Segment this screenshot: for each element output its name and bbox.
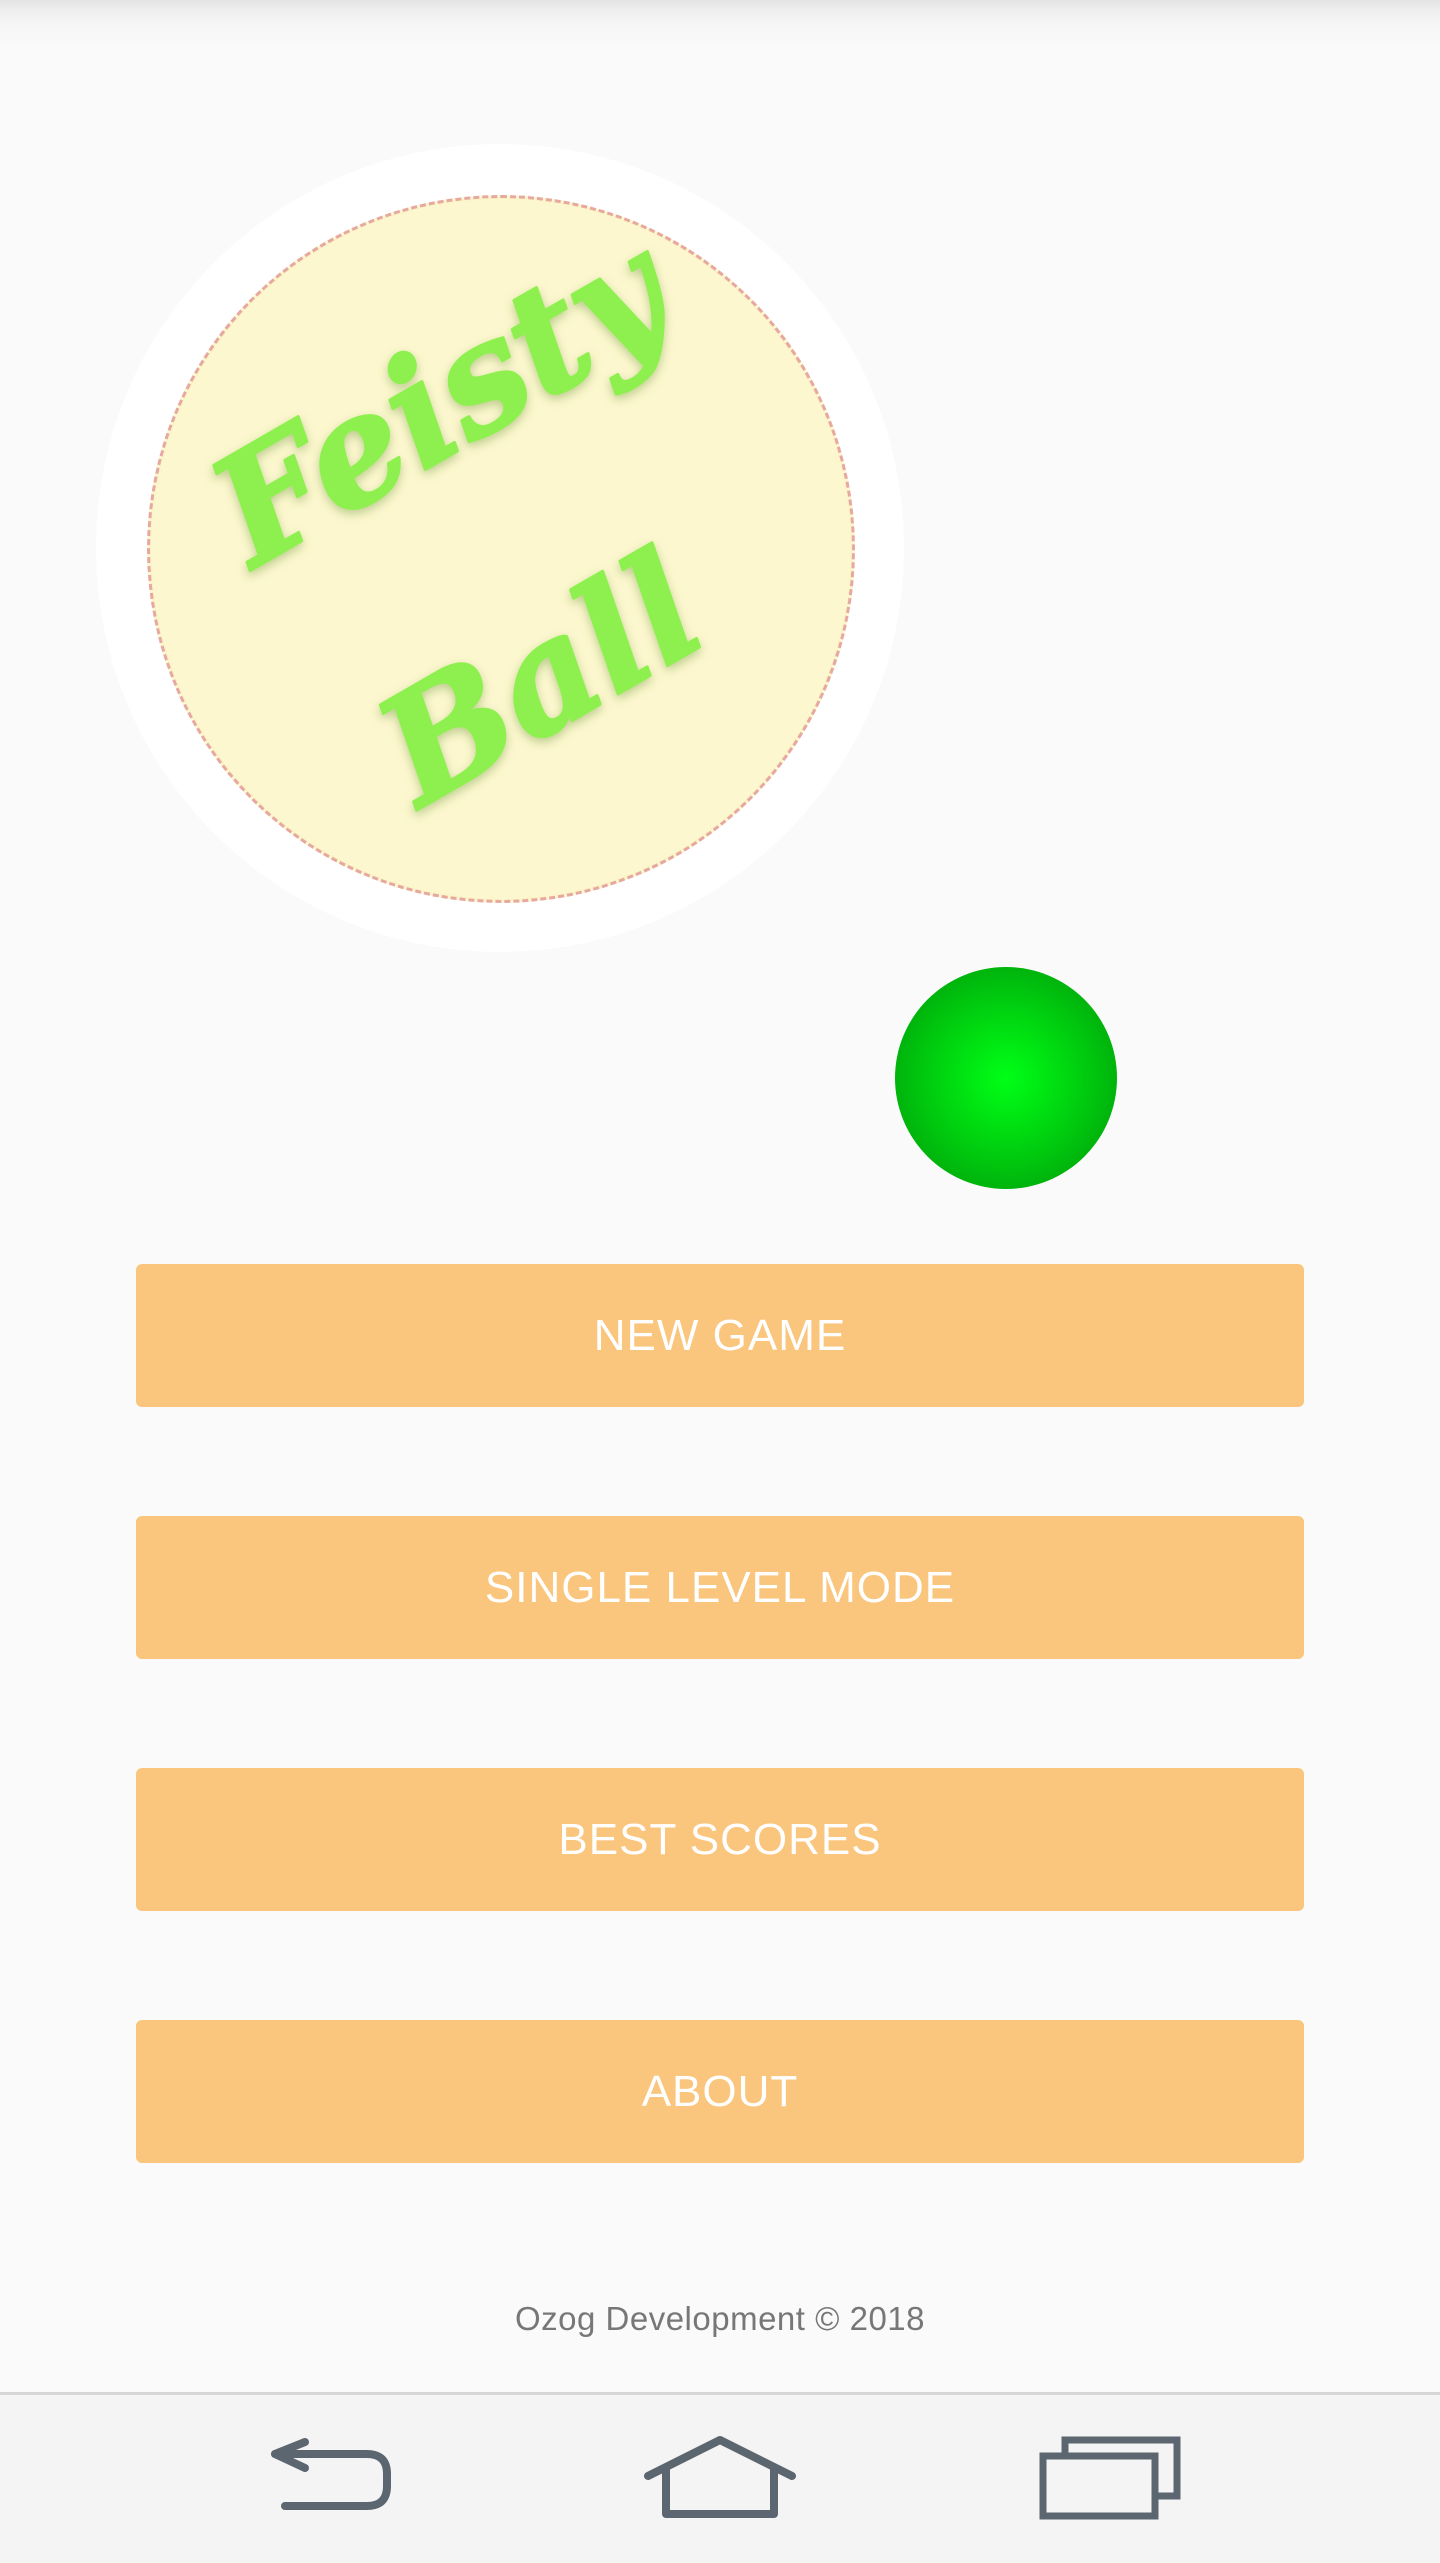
feisty-ball <box>895 967 1117 1189</box>
best-scores-button[interactable]: BEST SCORES <box>136 1768 1304 1911</box>
back-button[interactable] <box>210 2395 450 2563</box>
logo-line-2: Ball <box>346 518 730 841</box>
status-bar-shadow <box>0 0 1440 48</box>
home-button[interactable] <box>600 2395 840 2563</box>
home-icon <box>644 2436 796 2518</box>
single-level-mode-button[interactable]: SINGLE LEVEL MODE <box>136 1516 1304 1659</box>
logo-title: Feisty Ball <box>178 196 732 843</box>
recent-apps-button[interactable] <box>990 2395 1230 2563</box>
recent-apps-icon <box>1039 2436 1181 2520</box>
about-button[interactable]: ABOUT <box>136 2020 1304 2163</box>
main-menu: NEW GAME SINGLE LEVEL MODE BEST SCORES A… <box>136 1264 1304 2272</box>
copyright-footer: Ozog Development © 2018 <box>514 2300 926 2337</box>
new-game-button[interactable]: NEW GAME <box>136 1264 1304 1407</box>
game-logo: Feisty Ball <box>96 144 904 952</box>
back-arrow-icon <box>271 2438 391 2510</box>
system-navigation-bar <box>0 2392 1440 2563</box>
